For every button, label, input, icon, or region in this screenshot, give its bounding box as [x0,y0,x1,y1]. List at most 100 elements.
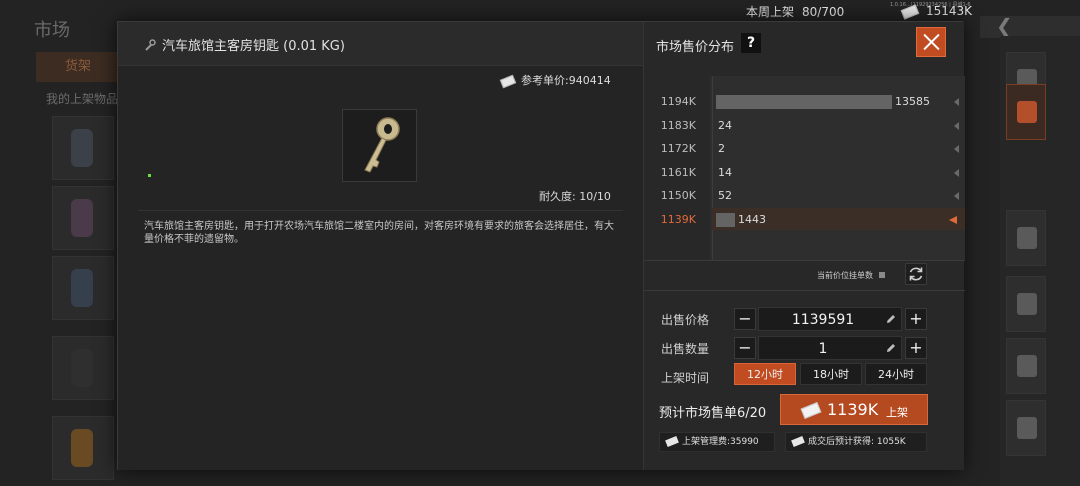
listing-slot[interactable] [52,186,114,250]
reference-price-text: 参考单价:940414 [521,74,611,87]
quality-dot [148,174,151,177]
listing-fee: 上架管理费:35990 [659,432,775,452]
row-pointer-icon [954,98,959,106]
price-distribution-title: 市场售价分布 [656,40,735,55]
reference-price: 参考单价:940414 [499,72,611,88]
listing-count-label: 14 [718,165,732,179]
durability: 耐久度: 10/10 [539,190,611,203]
price-increase-button[interactable]: + [905,308,927,330]
item-thumb-icon [71,429,93,467]
item-thumb-icon [71,129,93,167]
edit-icon [887,344,895,352]
row-pointer-icon [954,121,959,130]
refresh-button[interactable] [905,263,927,285]
list-item-button[interactable]: 1139K 上架 [780,394,928,425]
row-pointer-icon [949,215,957,224]
cash-icon [665,436,679,447]
cash-icon [900,3,920,20]
rifle-icon [1017,227,1037,249]
category-armor-button[interactable] [1006,338,1046,394]
listing-slot[interactable] [52,416,114,480]
listing-count-label: 2 [718,142,725,155]
key-icon [364,117,400,173]
divider [644,290,965,291]
price-tick-label: 1194K [660,95,696,108]
currency-value: 15143K [926,4,973,18]
duration-12h-button[interactable]: 12小时 [734,363,796,385]
item-thumb-icon [71,199,93,237]
list-price: 1139K [827,400,879,419]
item-image [342,109,417,182]
status-bar: 本周上架 80/700 1.0.16…|11929234256 | 县城1-6 1… [0,0,1080,22]
list-action-label: 上架 [886,406,908,419]
listing-count-label: 24 [718,118,732,132]
divider [138,210,623,211]
price-tick-label: 1139K [660,212,696,226]
duration-18h-button[interactable]: 18小时 [800,363,862,385]
weekly-value: 80/700 [802,5,845,19]
listing-count-label: 13585 [895,95,930,108]
row-pointer-icon [954,192,959,200]
sell-quantity-label: 出售数量 [661,342,710,356]
item-thumb-icon [71,269,93,307]
duration-24h-button[interactable]: 24小时 [865,363,927,385]
divider [644,260,965,261]
listing-slot[interactable] [52,336,114,400]
listings-legend: 当前价位挂单数 [817,270,885,281]
cash-icon [800,402,822,419]
sell-price-label: 出售价格 [661,313,710,327]
listing-fee-text: 上架管理费:35990 [682,437,759,447]
wrench-icon [145,39,156,51]
price-decrease-button[interactable]: − [734,308,756,330]
item-title: 汽车旅馆主客房钥匙 (0.01 KG) [144,35,345,54]
price-tick-label: 1150K [660,189,696,202]
ammo-icon [1017,293,1037,315]
listing-count-label: 1443 [738,212,766,226]
sell-quantity-value: 1 [818,341,828,357]
help-button[interactable]: ? [741,33,761,53]
listing-bar[interactable] [716,212,735,227]
listing-count-label: 52 [718,189,732,202]
box-icon [1017,101,1037,123]
item-title-text: 汽车旅馆主客房钥匙 (0.01 KG) [162,39,345,54]
sell-quantity-field[interactable]: 1 [758,336,902,360]
armor-icon [1017,355,1037,377]
currency-balance: 15143K [900,3,973,20]
sell-price-field[interactable]: 1139591 [758,307,902,331]
price-tick-label: 1161K [660,165,696,179]
chart-axis [712,76,713,260]
weekly-listing-count: 本周上架 80/700 [746,3,844,20]
price-distribution-chart: 1194K 13585 1183K 24 1172K 2 1161K 14 1150K 52 113… [644,76,965,260]
listing-bar[interactable] [716,95,892,109]
item-description: 汽车旅馆主客房钥匙，用于打开农场汽车旅馆二楼室内的房间，对客房环境有要求的旅客会… [144,221,614,245]
item-thumb-icon [71,349,93,387]
sell-price-value: 1139591 [791,312,855,328]
expected-income-text: 成交后预计获得: 1055K [808,437,906,447]
edit-icon [887,315,895,323]
listing-slot[interactable] [52,256,114,320]
helmet-icon [1017,417,1037,439]
market-panel: 市场售价分布 ? 1194K 13585 1183K 24 1172K 2 1161K 14 1… [643,22,965,470]
category-item-button[interactable] [1006,84,1046,140]
quantity-decrease-button[interactable]: − [734,337,756,359]
quantity-increase-button[interactable]: + [905,337,927,359]
cash-icon [499,74,517,88]
listings-legend-text: 当前价位挂单数 [817,271,873,280]
expected-income: 成交后预计获得: 1055K [785,432,927,452]
row-pointer-icon [954,145,959,153]
duration-label: 上架时间 [661,371,710,385]
my-listings-heading: 我的上架物品 [46,92,119,106]
tab-shelf[interactable]: 货架 [36,52,120,82]
weekly-label: 本周上架 [746,5,795,19]
row-pointer-icon [954,168,959,177]
category-gun-button[interactable] [1006,210,1046,266]
refresh-icon [909,267,923,281]
price-tick-label: 1183K [660,118,696,132]
cash-icon [791,436,805,447]
category-ammo-button[interactable] [1006,276,1046,332]
listing-slot[interactable] [52,116,114,180]
category-helmet-button[interactable] [1006,400,1046,456]
close-button[interactable] [916,27,946,57]
estimated-sales: 预计市场售单6/20 [659,406,767,421]
item-detail-panel: 参考单价:940414 耐久度: 10/10 汽车旅馆主客房钥匙，用于打开农场汽… [118,66,643,470]
